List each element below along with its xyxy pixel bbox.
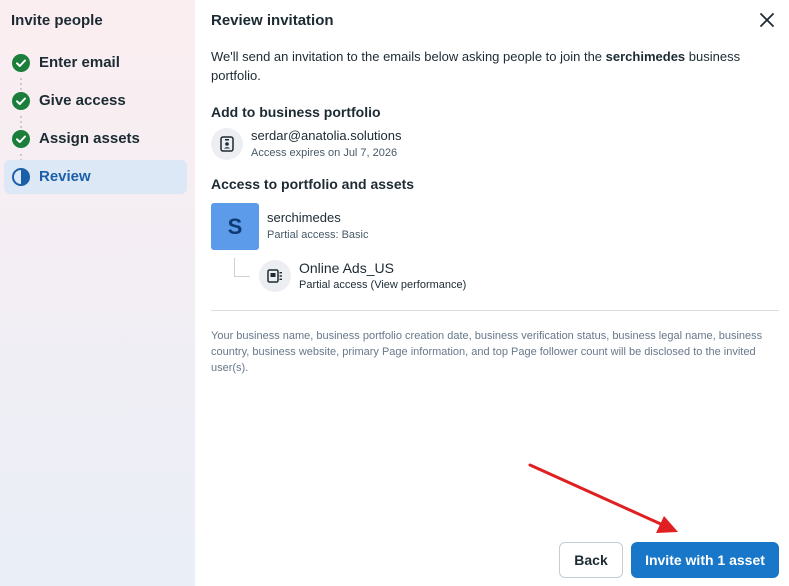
check-circle-icon [12,92,30,110]
id-badge-icon [211,128,243,160]
back-button[interactable]: Back [559,542,623,578]
tree-connector [234,258,235,276]
step-review[interactable]: Review [4,160,187,194]
intro-text: We'll send an invitation to the emails b… [211,47,771,85]
review-panel: Review invitation We'll send an invitati… [195,0,789,586]
asset-access: Partial access (View performance) [299,279,467,291]
page-title: Review invitation [211,12,334,29]
invitee-email: serdar@anatolia.solutions [251,128,402,143]
half-circle-progress-icon [12,168,30,186]
check-circle-icon [12,54,30,72]
portfolio-avatar: S [211,203,259,250]
step-assign-assets[interactable]: Assign assets [4,122,187,156]
sidebar: Invite people Enter email Give access As… [0,0,195,586]
step-label: Enter email [39,54,120,71]
step-label: Assign assets [39,130,140,147]
ad-account-icon [259,260,291,292]
step-label: Review [39,168,91,185]
tree-connector [234,276,250,277]
asset-name: Online Ads_US [299,260,394,276]
step-give-access[interactable]: Give access [4,84,187,118]
portfolio-access: Partial access: Basic [267,229,369,241]
sidebar-title: Invite people [11,12,103,29]
intro-business-name: serchimedes [605,49,686,64]
close-icon[interactable] [758,11,776,29]
step-label: Give access [39,92,126,109]
add-section-title: Add to business portfolio [211,104,381,120]
intro-prefix: We'll send an invitation to the emails b… [211,49,606,64]
divider [211,310,779,311]
access-section-title: Access to portfolio and assets [211,176,415,192]
portfolio-name: serchimedes [267,210,341,225]
invitee-expiry: Access expires on Jul 7, 2026 [251,147,398,159]
check-circle-icon [12,130,30,148]
step-enter-email[interactable]: Enter email [4,46,187,80]
disclosure-notice: Your business name, business portfolio c… [211,330,763,374]
invite-button[interactable]: Invite with 1 asset [631,542,779,578]
